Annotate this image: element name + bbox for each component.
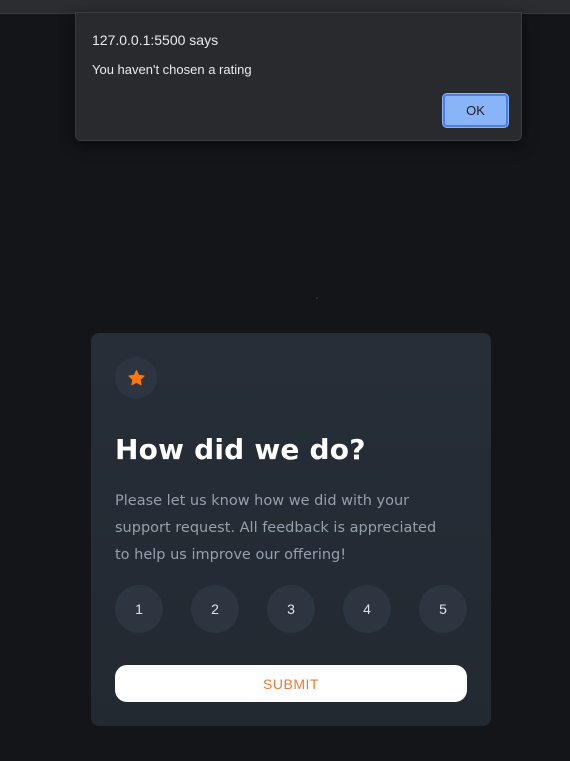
submit-button[interactable]: SUBMIT bbox=[115, 665, 467, 702]
card-description: Please let us know how we did with your … bbox=[115, 493, 437, 563]
dialog-ok-button[interactable]: OK bbox=[443, 94, 508, 127]
card-title: How did we do? bbox=[115, 433, 366, 466]
star-badge bbox=[115, 357, 157, 399]
background-speck bbox=[316, 297, 318, 299]
rating-button-1[interactable]: 1 bbox=[115, 585, 163, 633]
alert-dialog: 127.0.0.1:5500 says You haven't chosen a… bbox=[75, 12, 522, 141]
star-icon bbox=[128, 370, 144, 386]
rating-button-5[interactable]: 5 bbox=[419, 585, 467, 633]
rating-card: How did we do? Please let us know how we… bbox=[91, 333, 491, 726]
dialog-message: You haven't chosen a rating bbox=[92, 62, 252, 77]
dialog-title: 127.0.0.1:5500 says bbox=[92, 32, 219, 48]
rating-options: 1 2 3 4 5 bbox=[115, 585, 467, 633]
rating-button-2[interactable]: 2 bbox=[191, 585, 239, 633]
rating-button-4[interactable]: 4 bbox=[343, 585, 391, 633]
rating-button-3[interactable]: 3 bbox=[267, 585, 315, 633]
